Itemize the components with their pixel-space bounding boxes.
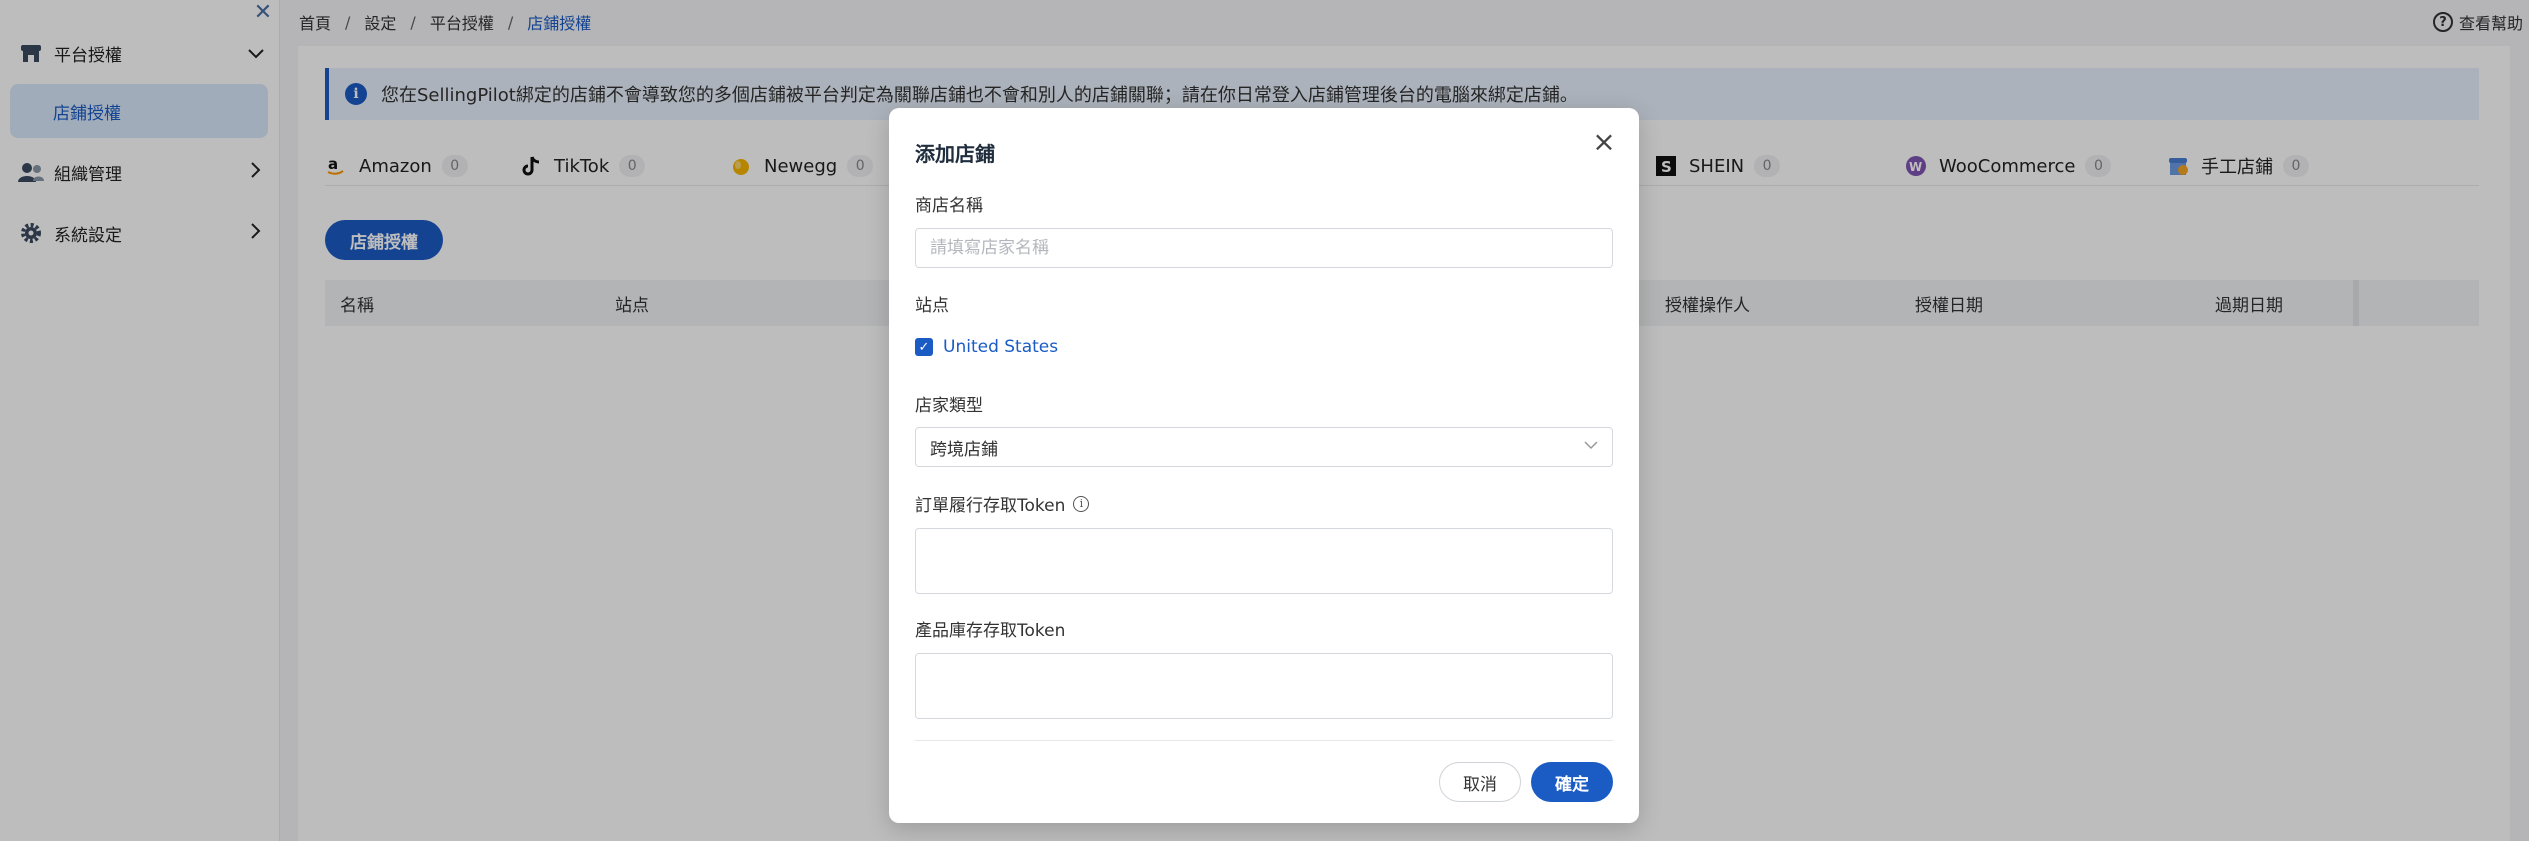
store-type-select[interactable]: 跨境店鋪 (915, 427, 1613, 467)
confirm-button[interactable]: 確定 (1531, 762, 1613, 802)
inventory-token-label: 產品庫存存取Token (915, 621, 1066, 641)
inventory-token-input[interactable] (915, 653, 1613, 719)
store-name-input[interactable] (915, 228, 1613, 268)
info-icon[interactable]: i (1073, 495, 1090, 512)
close-icon[interactable]: × (1589, 127, 1619, 157)
site-option-label: United States (943, 337, 1059, 357)
store-name-label: 商店名稱 (915, 196, 983, 216)
order-token-label: 訂單履行存取Token i (915, 491, 1090, 516)
dialog-divider (915, 740, 1613, 741)
add-store-dialog: 添加店鋪 × 商店名稱 站点 ✓ United States 店家類型 跨境店鋪… (889, 108, 1639, 823)
order-token-input[interactable] (915, 528, 1613, 594)
checkbox-checked-icon: ✓ (915, 338, 933, 356)
dialog-title: 添加店鋪 (915, 142, 995, 166)
chevron-down-icon (1584, 438, 1598, 454)
site-checkbox-united-states[interactable]: ✓ United States (915, 337, 1058, 357)
store-type-label: 店家類型 (915, 396, 983, 416)
order-token-label-text: 訂單履行存取Token (915, 496, 1066, 516)
cancel-button[interactable]: 取消 (1439, 762, 1521, 802)
store-type-value: 跨境店鋪 (930, 439, 998, 460)
site-label: 站点 (915, 296, 949, 316)
